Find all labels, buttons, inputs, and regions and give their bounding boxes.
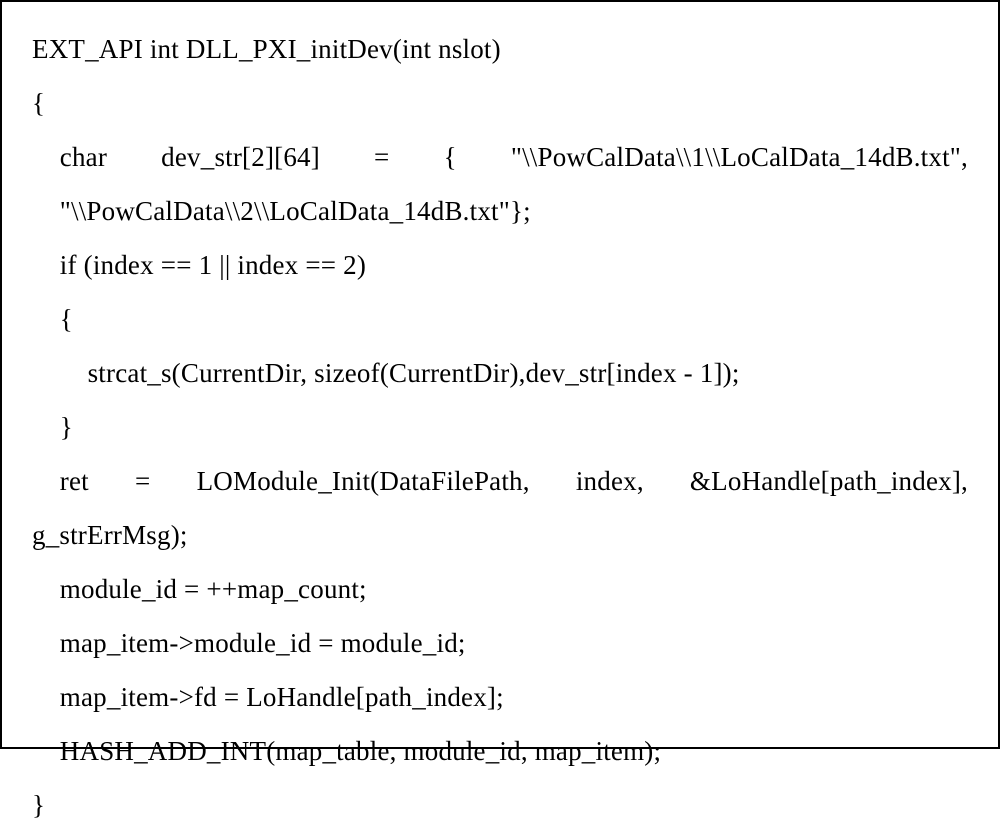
code-token: index,: [576, 454, 644, 508]
code-line: }: [32, 778, 968, 832]
code-token: =: [135, 454, 150, 508]
code-token: char: [32, 130, 107, 184]
code-line: strcat_s(CurrentDir, sizeof(CurrentDir),…: [32, 346, 968, 400]
code-line: {: [32, 76, 968, 130]
code-line: HASH_ADD_INT(map_table, module_id, map_i…: [32, 724, 968, 778]
code-token: LOModule_Init(DataFilePath,: [197, 454, 530, 508]
code-line: g_strErrMsg);: [32, 508, 968, 562]
code-token: {: [444, 130, 457, 184]
code-line: if (index == 1 || index == 2): [32, 238, 968, 292]
code-line: module_id = ++map_count;: [32, 562, 968, 616]
code-token: ret: [32, 454, 89, 508]
code-token: &LoHandle[path_index],: [690, 454, 968, 508]
code-token: dev_str[2][64]: [161, 130, 320, 184]
code-line: ret = LOModule_Init(DataFilePath, index,…: [32, 454, 968, 508]
code-line: char dev_str[2][64] = { "\\PowCalData\\1…: [32, 130, 968, 184]
code-line: {: [32, 292, 968, 346]
code-line: map_item->module_id = module_id;: [32, 616, 968, 670]
code-token: "\\PowCalData\\1\\LoCalData_14dB.txt",: [511, 130, 968, 184]
code-line: "\\PowCalData\\2\\LoCalData_14dB.txt"};: [32, 184, 968, 238]
code-line: }: [32, 400, 968, 454]
code-line: map_item->fd = LoHandle[path_index];: [32, 670, 968, 724]
code-token: =: [374, 130, 389, 184]
code-page: EXT_API int DLL_PXI_initDev(int nslot) {…: [0, 0, 1000, 749]
code-line: EXT_API int DLL_PXI_initDev(int nslot): [32, 22, 968, 76]
